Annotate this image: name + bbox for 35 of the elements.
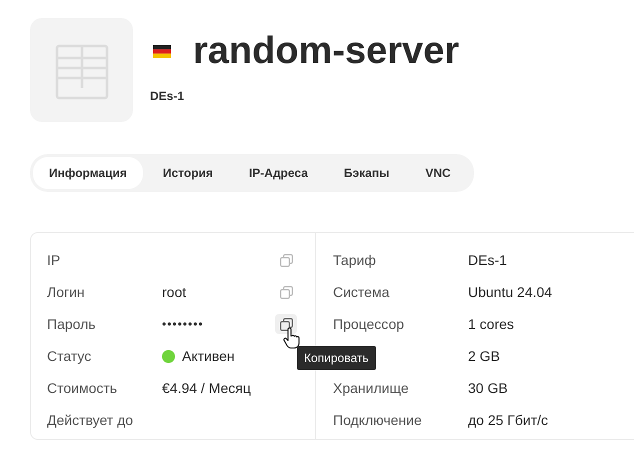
field-label: Система [333, 284, 390, 300]
field-label: Процессор [333, 316, 406, 332]
tab[interactable]: IP-Адреса [232, 157, 324, 189]
field-label: Стоимость [47, 380, 118, 396]
field-value: 2 GB [468, 348, 500, 364]
field-value: Ubuntu 24.04 [468, 284, 552, 300]
copy-icon [280, 318, 292, 330]
copy-button[interactable] [275, 314, 297, 334]
server-name: random-server [193, 29, 460, 74]
flag-icon [153, 44, 171, 58]
field-label: IP [47, 252, 62, 268]
field-value: 1 cores [468, 316, 514, 332]
field-label: Действует до [47, 412, 134, 428]
tab[interactable]: История [146, 157, 229, 189]
copy-icon [280, 286, 292, 298]
field-value: €4.94 / Месяц [162, 380, 252, 396]
plan-label: DEs-1 [150, 89, 184, 103]
field-value: DEs-1 [468, 252, 507, 268]
tab[interactable]: Информация [33, 157, 143, 189]
field-label: Тариф [333, 252, 377, 268]
field-label: Подключение [333, 412, 423, 428]
hand-cursor-icon [283, 327, 301, 349]
tab[interactable]: VNC [409, 157, 467, 189]
password-value: •••••••• [162, 317, 205, 331]
copy-icon [280, 254, 292, 266]
status-text: Активен [182, 348, 235, 364]
field-value: root [162, 284, 188, 300]
field-label: Хранилище [333, 380, 410, 396]
field-label: Пароль [47, 316, 97, 332]
field-label: Логин [47, 284, 86, 300]
field-value: 30 GB [468, 380, 508, 396]
field-value: до 25 Гбит/с [468, 412, 548, 428]
tab[interactable]: Бэкапы [328, 157, 406, 189]
tooltip: Копировать [297, 346, 376, 370]
field-label: Статус [47, 348, 92, 364]
